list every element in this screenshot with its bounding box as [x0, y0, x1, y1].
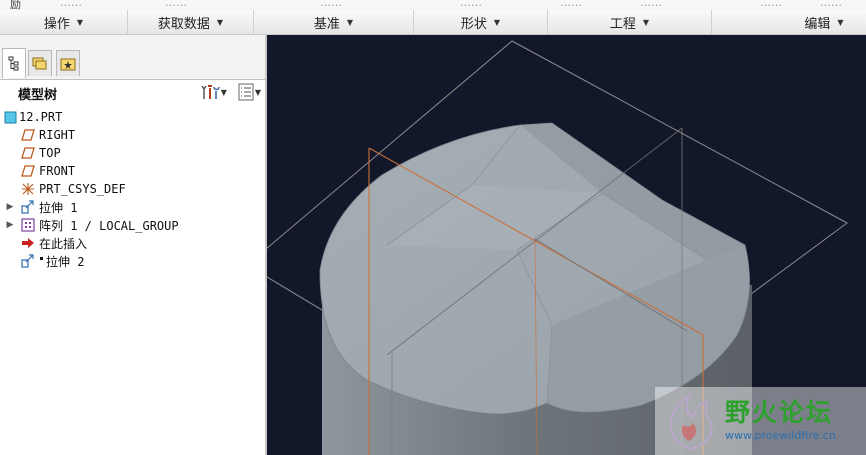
ribbon-group-bar: 操作 ▼ 获取数据 ▼ 基准 ▼ 形状 ▼ 工程 ▼ 编辑 ▼ [0, 10, 866, 35]
caret-down-icon: ▼ [346, 17, 354, 27]
ribbon-fragment[interactable]: …… [460, 0, 482, 9]
datum-plane-icon [21, 128, 35, 142]
ribbon-fragment[interactable]: …… [60, 0, 82, 9]
ribbon-fragment[interactable]: …… [640, 0, 662, 9]
tree-item-csys[interactable]: PRT_CSYS_DEF [0, 180, 265, 198]
coordinate-system-icon [21, 182, 35, 196]
model-tree-title: 模型树 [18, 87, 58, 103]
group-label: 基准 [313, 16, 340, 32]
tree-item-label: 在此插入 [39, 236, 88, 251]
ribbon-fragment[interactable]: …… [760, 0, 782, 9]
extrude-icon [21, 254, 35, 268]
ribbon-fragment[interactable]: …… [320, 0, 342, 9]
group-label: 获取数据 [157, 16, 210, 32]
tree-item-front-plane[interactable]: FRONT [0, 162, 265, 180]
tree-settings-button[interactable]: ▼ [201, 83, 227, 101]
tab-favorites[interactable] [56, 50, 80, 76]
group-datum-dropdown[interactable]: 基准 ▼ [254, 10, 414, 34]
tree-item-right-plane[interactable]: RIGHT [0, 126, 265, 144]
caret-down-icon: ▼ [493, 17, 501, 27]
tree-item-label: FRONT [39, 164, 76, 178]
group-label: 形状 [460, 16, 487, 32]
group-operations-dropdown[interactable]: 操作 ▼ [0, 10, 128, 34]
tree-item-pattern-1[interactable]: ▶ 阵列 1 / LOCAL_GROUP [0, 216, 265, 234]
tree-item-label: 拉伸 1 [39, 200, 78, 215]
list-view-icon [238, 83, 254, 101]
group-label: 操作 [43, 16, 70, 32]
folder-stack-icon [32, 57, 47, 69]
flame-logo-icon [669, 394, 713, 451]
caret-down-icon: ▼ [76, 17, 84, 27]
group-get-data-dropdown[interactable]: 获取数据 ▼ [128, 10, 254, 34]
insert-here-arrow-icon [21, 236, 35, 250]
tree-item-insert-here[interactable]: 在此插入 [0, 234, 265, 252]
part-icon [3, 110, 17, 124]
favorites-folder-icon [60, 58, 76, 70]
forum-watermark: 野火论坛 www.proewildfire.cn [655, 387, 866, 455]
tree-show-button[interactable]: ▼ [237, 83, 261, 101]
model-tree-tools: ▼ ▼ [201, 83, 261, 101]
tab-model-tree[interactable] [2, 48, 26, 78]
expand-arrow-icon[interactable]: ▶ [5, 220, 15, 230]
ribbon-fragment[interactable]: …… [165, 0, 187, 9]
navigator-panel: 模型树 ▼ ▼ 12.PRT RIGHT TOP FRONT PRT_CSYS_… [0, 35, 267, 455]
ribbon-fragment[interactable]: …… [560, 0, 582, 9]
model-tree-icon [8, 56, 19, 70]
pattern-icon [21, 218, 35, 232]
tree-item-extrude-2[interactable]: 拉伸 2 [0, 252, 265, 270]
caret-down-icon: ▼ [837, 17, 844, 27]
caret-down-icon: ▼ [216, 17, 224, 27]
group-engineering-dropdown[interactable]: 工程 ▼ [548, 10, 712, 34]
navigator-tabs [0, 35, 265, 80]
caret-down-icon: ▼ [642, 17, 650, 27]
tree-item-label: PRT_CSYS_DEF [39, 182, 126, 196]
group-label: 工程 [609, 16, 636, 32]
tree-item-label: TOP [39, 146, 61, 160]
caret-down-icon: ▼ [254, 87, 261, 97]
group-edit-dropdown[interactable]: 编辑 ▼ [712, 10, 866, 34]
group-label: 编辑 [804, 16, 831, 32]
group-shapes-dropdown[interactable]: 形状 ▼ [414, 10, 548, 34]
watermark-title: 野火论坛 [725, 398, 834, 427]
tree-item-part[interactable]: 12.PRT [0, 108, 265, 126]
watermark-url: www.proewildfire.cn [725, 429, 836, 442]
tree-item-top-plane[interactable]: TOP [0, 144, 265, 162]
datum-plane-icon [21, 164, 35, 178]
tree-item-label: 拉伸 2 [46, 254, 85, 269]
tree-item-extrude-1[interactable]: ▶ 拉伸 1 [0, 198, 265, 216]
tree-item-label: 12.PRT [19, 110, 63, 124]
tree-item-label: RIGHT [39, 128, 76, 142]
ribbon-fragment[interactable]: …… [820, 0, 842, 9]
caret-down-icon: ▼ [220, 87, 227, 97]
expand-arrow-icon[interactable]: ▶ [5, 202, 15, 212]
extrude-icon [21, 200, 35, 214]
tab-folder-browser[interactable] [28, 50, 52, 76]
tools-wrench-icon [201, 85, 220, 99]
modified-marker [40, 257, 43, 260]
tree-item-label: 阵列 1 / LOCAL_GROUP [39, 218, 179, 233]
model-tree-header: 模型树 ▼ ▼ [0, 80, 265, 106]
datum-plane-icon [21, 146, 35, 160]
